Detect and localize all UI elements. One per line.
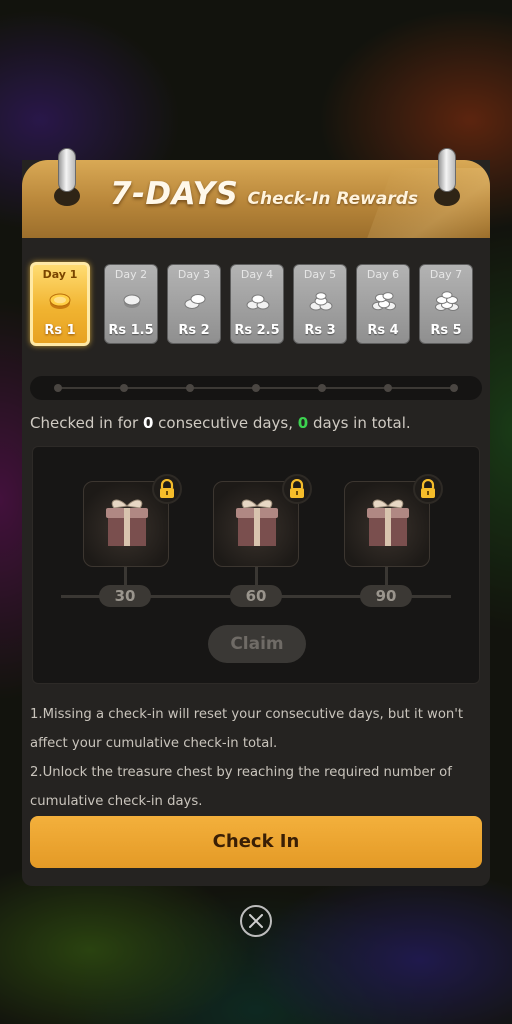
lock-badge [282,474,312,504]
silver-coins-icon [246,294,270,310]
lock-badge [152,474,182,504]
stats-middle: consecutive days, [153,414,298,432]
lock-icon [421,479,435,498]
title-main: 7-DAYS [110,176,239,212]
silver-coins-icon [184,294,206,309]
day-reward: Rs 3 [304,323,336,338]
day-label: Day 1 [42,268,78,281]
day-card-1[interactable]: Day 1 Rs 1 [30,262,90,346]
progress-dot [186,384,194,392]
gift-icon [236,499,278,546]
day-card-6[interactable]: Day 6 Rs 4 [356,264,410,344]
total-days-count: 0 [297,414,309,432]
chest-60[interactable] [213,474,312,567]
day-reward: Rs 2.5 [234,323,280,338]
binder-ring-left-icon [58,148,76,192]
close-button[interactable] [240,905,272,937]
check-in-button[interactable]: Check In [30,816,482,868]
day-reward: Rs 4 [367,323,399,338]
day-label: Day 6 [366,268,400,281]
day-reward: Rs 1.5 [108,323,154,338]
progress-dot [318,384,326,392]
stats-suffix: days in total. [308,414,411,432]
day-label: Day 3 [177,268,211,281]
lock-icon [290,479,304,498]
gift-icon [106,499,148,546]
chest-30[interactable] [83,474,182,567]
close-icon [249,914,263,928]
title-sub: Check-In Rewards [247,189,418,209]
consecutive-days-count: 0 [142,414,154,432]
silver-coins-icon [309,292,333,311]
chest-days-label: 90 [360,585,412,607]
progress-dot [120,384,128,392]
chest-90[interactable] [344,474,443,567]
day-card-3[interactable]: Day 3 Rs 2 [167,264,221,344]
day-label: Day 4 [240,268,274,281]
silver-coins-icon [372,292,396,311]
rule-item: 1.Missing a check-in will reset your con… [30,707,464,751]
day-card-7[interactable]: Day 7 Rs 5 [419,264,473,344]
day-label: Day 7 [429,268,463,281]
treasure-chest-panel: 30 60 90 Claim [32,446,480,684]
progress-dot [384,384,392,392]
checkin-modal: 7-DAYS Check-In Rewards Day 1 Rs 1 Day 2… [22,148,490,886]
chest-days-label: 30 [99,585,151,607]
lock-icon [160,479,174,498]
day-card-2[interactable]: Day 2 Rs 1.5 [104,264,158,344]
silver-coin-icon [123,294,141,308]
chest-days-label: 60 [230,585,282,607]
gold-coin-icon [49,293,71,309]
modal-header: 7-DAYS Check-In Rewards [22,160,490,238]
binder-ring-right-icon [438,148,456,192]
lock-badge [413,474,443,504]
claim-button[interactable]: Claim [208,625,306,663]
day-rewards-row: Day 1 Rs 1 Day 2 Rs 1.5 Day 3 Rs 2 Day 4… [30,262,482,348]
day-reward: Rs 1 [44,323,76,338]
progress-track [30,376,482,400]
modal-title: 7-DAYS Check-In Rewards [110,176,418,212]
checkin-stats: Checked in for 0 consecutive days, 0 day… [30,414,482,432]
gift-icon [367,499,409,546]
day-reward: Rs 5 [430,323,462,338]
progress-dot [54,384,62,392]
day-label: Day 5 [303,268,337,281]
day-card-5[interactable]: Day 5 Rs 3 [293,264,347,344]
rules-text: 1.Missing a check-in will reset your con… [30,700,482,816]
day-reward: Rs 2 [178,323,210,338]
day-card-4[interactable]: Day 4 Rs 2.5 [230,264,284,344]
stats-prefix: Checked in for [30,414,143,432]
progress-dot [450,384,458,392]
progress-dot [252,384,260,392]
silver-coins-pile-icon [435,291,459,311]
rule-item: 2.Unlock the treasure chest by reaching … [30,765,452,809]
day-label: Day 2 [114,268,148,281]
